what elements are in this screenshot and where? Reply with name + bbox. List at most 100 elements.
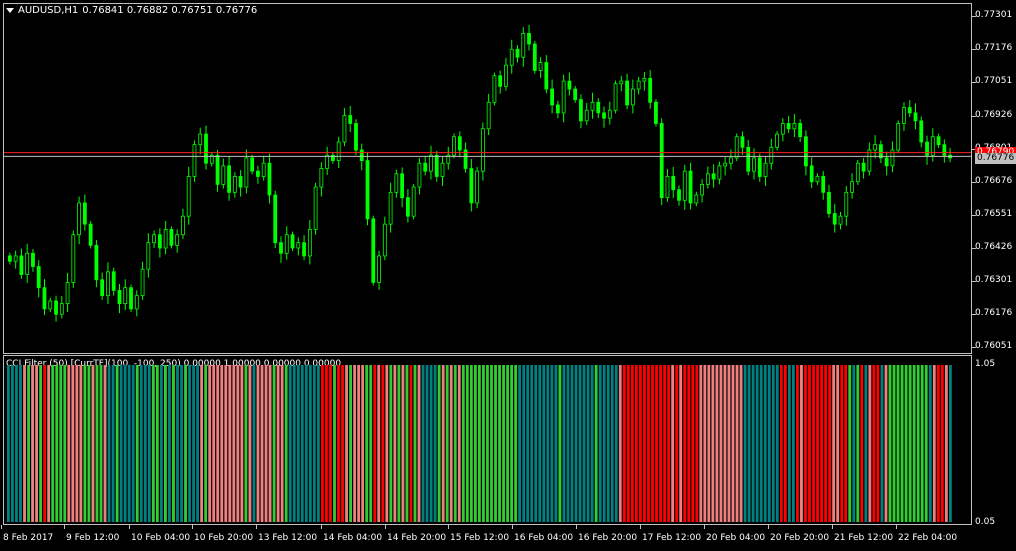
histogram-bar [7, 365, 10, 522]
price-tick-label: 0.77051 [975, 76, 1013, 87]
time-tick [768, 525, 769, 529]
histogram-bar [816, 365, 819, 522]
candle [613, 80, 618, 114]
histogram-bar [703, 365, 707, 522]
histogram-bar [369, 365, 373, 522]
candle [469, 158, 474, 212]
candle [48, 297, 53, 313]
histogram-bar [808, 365, 811, 522]
candle [579, 94, 583, 129]
candle [544, 55, 549, 94]
price-tick [972, 16, 976, 18]
candle [913, 103, 918, 130]
histogram-bar [385, 365, 389, 522]
price-tick-label: 0.76426 [975, 242, 1013, 253]
histogram-bar [337, 365, 340, 522]
histogram-bar [357, 365, 361, 522]
price-tick [972, 82, 976, 84]
histogram-bar [900, 365, 904, 522]
candle [7, 252, 12, 265]
candle [394, 169, 399, 198]
candle [555, 100, 560, 119]
histogram-bar [783, 365, 787, 522]
histogram-bar [31, 365, 34, 522]
candle [717, 161, 722, 185]
price-chart-panel[interactable] [3, 3, 972, 354]
candle [359, 143, 364, 171]
histogram-bar [95, 365, 99, 522]
indicator-scale-bottom: 0.05 [975, 517, 996, 527]
candle [273, 190, 278, 248]
histogram-bar [23, 365, 26, 522]
candle [423, 155, 428, 176]
time-tick-label: 9 Feb 12:00 [66, 533, 120, 543]
time-tick-label: 20 Feb 04:00 [706, 533, 766, 543]
histogram-bar [550, 365, 554, 522]
candle [665, 169, 670, 202]
histogram-bar [389, 365, 393, 522]
candle [77, 196, 82, 245]
candle [498, 70, 503, 94]
histogram-bar [51, 365, 55, 522]
histogram-bar [308, 365, 312, 522]
candle [705, 166, 710, 189]
time-tick [1, 525, 2, 529]
histogram-bar [11, 365, 14, 522]
histogram-bar [840, 365, 844, 522]
indicator-scale-top: 1.05 [975, 359, 996, 369]
histogram-bar [751, 365, 755, 522]
histogram-bar [127, 365, 131, 522]
candle [763, 156, 768, 186]
histogram-bar [457, 365, 461, 522]
candle [827, 184, 831, 218]
candle [480, 122, 485, 181]
histogram-bar [304, 365, 308, 522]
candle [429, 145, 433, 180]
candle [815, 173, 820, 185]
histogram-bar [526, 365, 530, 522]
histogram-bar [916, 365, 920, 522]
histogram-bar [574, 365, 578, 522]
histogram-bar [461, 365, 465, 522]
histogram-bar [15, 365, 18, 522]
histogram-bar [401, 365, 405, 522]
histogram-bar [804, 365, 807, 522]
time-tick [385, 525, 386, 529]
candle [290, 231, 295, 252]
histogram-bar [566, 365, 570, 522]
candle [902, 102, 906, 131]
candle [65, 272, 70, 313]
time-tick [512, 525, 513, 529]
histogram-bar [280, 365, 284, 522]
candle [296, 237, 301, 256]
candle [106, 262, 110, 305]
histogram-bar [695, 365, 699, 522]
histogram-bar [699, 365, 703, 522]
histogram-bar [791, 365, 795, 522]
indicator-panel[interactable] [3, 355, 972, 525]
histogram-bar [743, 365, 747, 522]
histogram-bar [606, 365, 610, 522]
candle [204, 125, 208, 170]
histogram-bar [91, 365, 95, 522]
histogram-bar [168, 365, 171, 522]
histogram-bar [353, 365, 357, 522]
time-tick-label: 13 Feb 12:00 [258, 533, 318, 543]
histogram-bar [570, 365, 574, 522]
candle [232, 172, 237, 198]
candle [42, 279, 47, 316]
candle [786, 116, 791, 134]
histogram-bar [83, 365, 87, 522]
time-tick [704, 525, 705, 529]
candle [671, 166, 676, 199]
histogram-bar [622, 365, 626, 522]
time-tick-label: 20 Feb 20:00 [770, 533, 830, 543]
time-tick-label: 14 Feb 04:00 [323, 533, 383, 543]
histogram-bar [192, 365, 195, 522]
histogram-bar [820, 365, 823, 522]
histogram-bar [928, 365, 932, 522]
histogram-bar [755, 365, 759, 522]
candle [527, 24, 531, 51]
histogram-bar [848, 365, 852, 522]
candle [129, 284, 133, 313]
